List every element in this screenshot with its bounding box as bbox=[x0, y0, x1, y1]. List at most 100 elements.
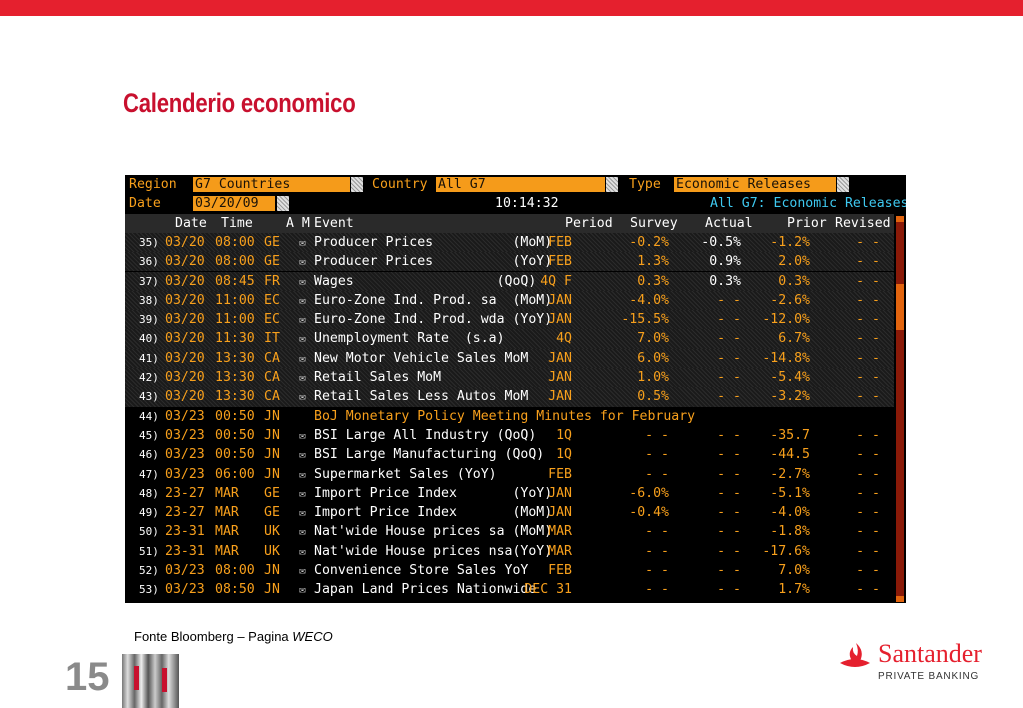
col-date[interactable]: Date bbox=[175, 214, 207, 233]
table-row[interactable]: ✉ 52) 03/23 08:00 JN Convenience Store Sales … bbox=[125, 561, 894, 580]
table-row[interactable]: ✉ 47) 03/23 06:00 JN Supermarket Sales (YoY) F… bbox=[125, 465, 894, 484]
row-actual: - - bbox=[717, 563, 741, 578]
row-prior: -3.2% bbox=[770, 389, 810, 405]
table-row[interactable]: ✉ 40) 03/20 11:30 IT Unemployment Rate (s.a) 4… bbox=[125, 329, 894, 349]
type-field[interactable]: Economic Releases bbox=[674, 177, 836, 192]
region-dropdown-button[interactable] bbox=[351, 177, 363, 192]
table-row[interactable]: ✉ 42) 03/20 13:30 CA Retail Sales MoM JAN 1.0% -… bbox=[125, 368, 894, 388]
row-event: Import Price Index (MoM) bbox=[314, 505, 553, 521]
table-row[interactable]: ✉ 41) 03/20 13:30 CA New Motor Vehicle Sales … bbox=[125, 348, 894, 368]
row-time: 13:30 bbox=[215, 370, 255, 385]
date-picker-button[interactable] bbox=[277, 196, 289, 212]
row-event: BoJ Monetary Policy Meeting Minutes for … bbox=[314, 408, 696, 424]
row-number: 38) bbox=[139, 293, 159, 307]
envelope-icon[interactable]: ✉ bbox=[299, 329, 306, 348]
type-label: Type bbox=[629, 177, 661, 192]
source-page: WECO bbox=[292, 629, 333, 644]
envelope-icon[interactable]: ✉ bbox=[299, 542, 306, 561]
table-row[interactable]: ✉ 53) 03/23 08:50 JN Japan Land Prices Nation… bbox=[125, 580, 894, 599]
country-dropdown-button[interactable] bbox=[606, 177, 618, 192]
envelope-icon[interactable]: ✉ bbox=[299, 426, 306, 445]
row-time: 08:45 bbox=[215, 273, 255, 289]
building-photo bbox=[122, 654, 179, 708]
table-row[interactable]: ✉ 50) 23-31 MAR UK Nat'wide House prices sa (… bbox=[125, 522, 894, 541]
scroll-down-arrow-icon[interactable] bbox=[896, 596, 904, 602]
row-survey: - - bbox=[645, 427, 669, 443]
row-period: 4Q F bbox=[540, 273, 572, 289]
row-number: 53) bbox=[139, 583, 159, 597]
row-revised: - - bbox=[856, 273, 880, 289]
country-field[interactable]: All G7 bbox=[436, 177, 605, 192]
col-prior[interactable]: Prior bbox=[787, 214, 827, 233]
row-time: 11:00 bbox=[215, 292, 255, 308]
row-prior: -14.8% bbox=[762, 350, 810, 366]
col-revised[interactable]: Revised bbox=[835, 214, 891, 233]
row-number: 52) bbox=[139, 564, 159, 577]
table-row[interactable]: ✉ 51) 23-31 MAR UK Nat'wide House prices nsa(… bbox=[125, 542, 894, 561]
row-date: 23-31 bbox=[165, 543, 205, 559]
row-country: JN bbox=[264, 427, 280, 443]
envelope-icon[interactable]: ✉ bbox=[299, 561, 306, 580]
table-row[interactable]: 44) 03/23 00:50 JN BoJ Monetary Policy Meeti… bbox=[125, 407, 894, 426]
envelope-icon[interactable]: ✉ bbox=[299, 522, 306, 541]
row-number: 45) bbox=[139, 428, 159, 442]
row-actual: - - bbox=[717, 427, 741, 443]
row-survey: 6.0% bbox=[637, 350, 669, 366]
table-row[interactable]: ✉ 46) 03/23 00:50 JN BSI Large Manufacturing … bbox=[125, 445, 894, 464]
row-event: Euro-Zone Ind. Prod. wda (YoY) bbox=[314, 312, 553, 328]
region-field[interactable]: G7 Countries bbox=[193, 177, 350, 192]
row-survey: - - bbox=[645, 563, 669, 578]
envelope-icon[interactable]: ✉ bbox=[299, 387, 306, 406]
col-survey[interactable]: Survey bbox=[630, 214, 678, 233]
row-number: 36) bbox=[139, 255, 159, 269]
row-country: CA bbox=[264, 370, 280, 385]
envelope-icon[interactable]: ✉ bbox=[299, 272, 306, 291]
col-am[interactable]: A M bbox=[286, 214, 310, 233]
table-row[interactable]: ✉ 49) 23-27 MAR GE Import Price Index (MoM) JA… bbox=[125, 503, 894, 522]
envelope-icon[interactable]: ✉ bbox=[299, 503, 306, 522]
row-period: FEB bbox=[548, 254, 572, 270]
santander-logo: Santander PRIVATE BANKING bbox=[838, 637, 998, 687]
date-field[interactable]: 03/20/09 bbox=[193, 196, 275, 212]
envelope-icon[interactable]: ✉ bbox=[299, 252, 306, 271]
row-actual: - - bbox=[717, 524, 741, 540]
col-period[interactable]: Period bbox=[565, 214, 613, 233]
envelope-icon[interactable]: ✉ bbox=[299, 349, 306, 368]
table-row[interactable]: ✉ 45) 03/23 00:50 JN BSI Large All Industry (… bbox=[125, 426, 894, 445]
row-actual: - - bbox=[717, 447, 741, 463]
table-row[interactable]: ✉ 36) 03/20 08:00 GE Producer Prices (YoY) FEB… bbox=[125, 252, 894, 272]
row-date: 03/20 bbox=[165, 234, 205, 250]
col-time[interactable]: Time bbox=[221, 214, 253, 233]
envelope-icon[interactable]: ✉ bbox=[299, 368, 306, 387]
scrollbar-track[interactable] bbox=[896, 222, 904, 600]
table-row[interactable]: ✉ 48) 23-27 MAR GE Import Price Index (YoY) JA… bbox=[125, 484, 894, 503]
type-dropdown-button[interactable] bbox=[837, 177, 849, 192]
table-row[interactable]: ✉ 35) 03/20 08:00 GE Producer Prices (MoM) FEB… bbox=[125, 232, 894, 253]
table-row[interactable]: ✉ 38) 03/20 11:00 EC Euro-Zone Ind. Prod. sa … bbox=[125, 290, 894, 311]
scrollbar-thumb[interactable] bbox=[896, 284, 904, 330]
row-event: Convenience Store Sales YoY bbox=[314, 563, 529, 578]
table-row[interactable]: ✉ 43) 03/20 13:30 CA Retail Sales Less Autos … bbox=[125, 387, 894, 407]
row-period: 4Q bbox=[556, 331, 572, 347]
row-revised: - - bbox=[856, 350, 880, 366]
row-number: 46) bbox=[139, 448, 159, 462]
col-event[interactable]: Event bbox=[314, 214, 354, 233]
envelope-icon[interactable]: ✉ bbox=[299, 465, 306, 484]
envelope-icon[interactable]: ✉ bbox=[299, 291, 306, 310]
row-date: 23-31 bbox=[165, 524, 205, 540]
row-revised: - - bbox=[856, 505, 880, 521]
envelope-icon[interactable]: ✉ bbox=[299, 310, 306, 329]
row-actual: - - bbox=[717, 389, 741, 405]
row-actual: - - bbox=[717, 485, 741, 501]
row-period: FEB bbox=[548, 563, 572, 578]
envelope-icon[interactable]: ✉ bbox=[299, 233, 306, 252]
row-actual: 0.9% bbox=[709, 254, 741, 270]
row-country: IT bbox=[264, 331, 280, 347]
envelope-icon[interactable]: ✉ bbox=[299, 484, 306, 503]
envelope-icon[interactable]: ✉ bbox=[299, 580, 306, 599]
table-row[interactable]: ✉ 37) 03/20 08:45 FR Wages (QoQ) 4Q F 0.3% 0.3% 0… bbox=[125, 271, 894, 291]
row-period: MAR bbox=[548, 524, 572, 540]
table-row[interactable]: ✉ 39) 03/20 11:00 EC Euro-Zone Ind. Prod. wda… bbox=[125, 310, 894, 330]
envelope-icon[interactable]: ✉ bbox=[299, 445, 306, 464]
col-actual[interactable]: Actual bbox=[705, 214, 753, 233]
